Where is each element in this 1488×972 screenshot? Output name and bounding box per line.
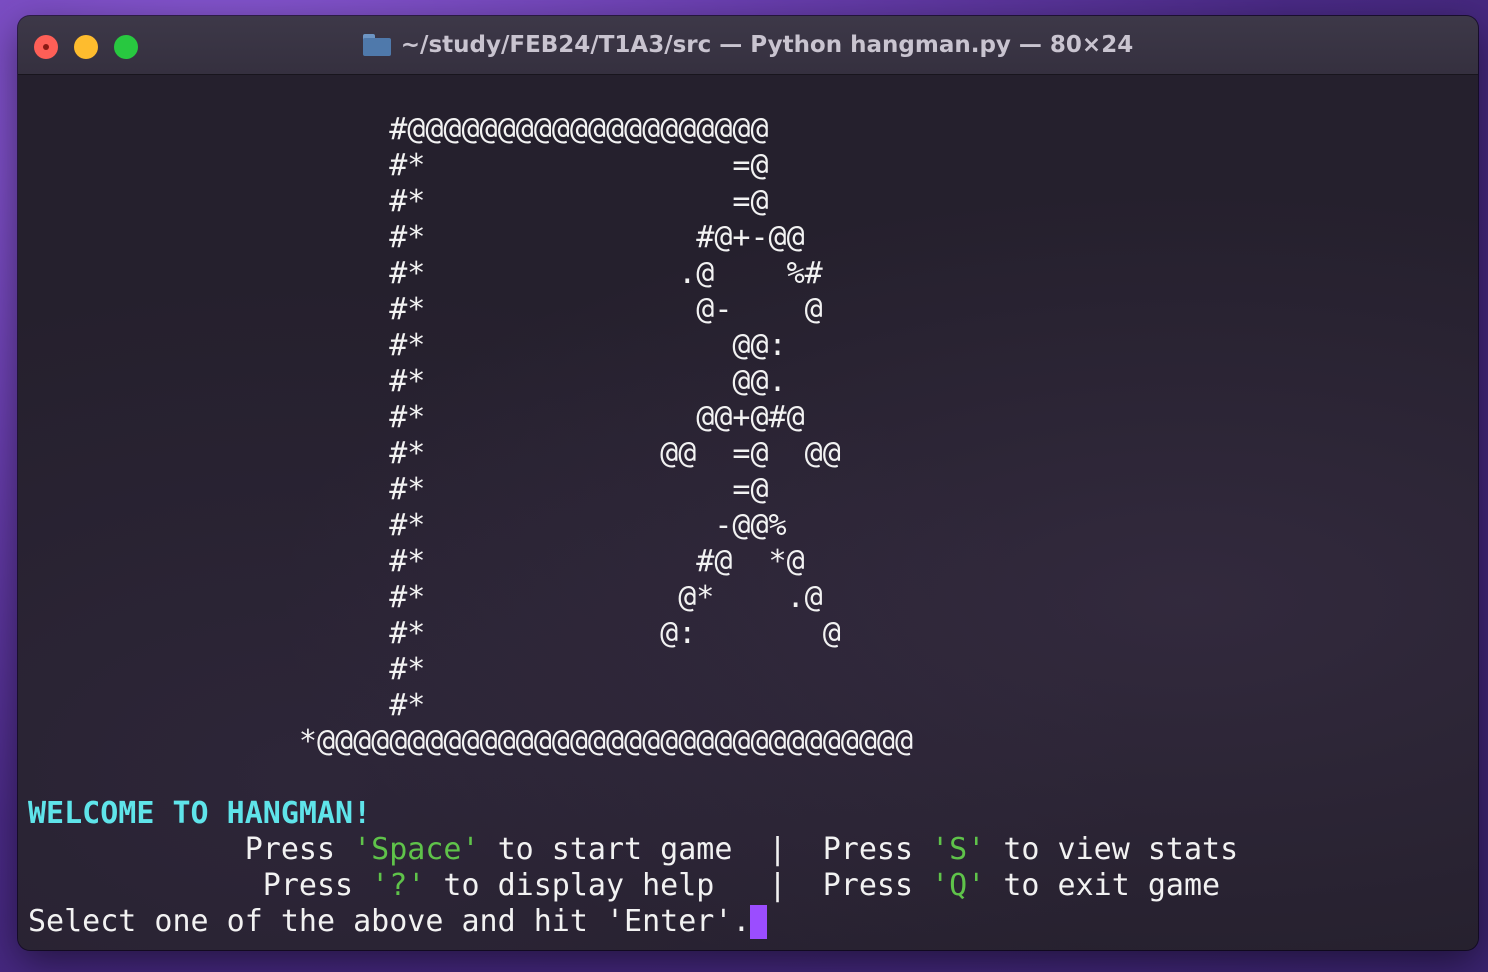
prompt-line[interactable]: Select one of the above and hit 'Enter'. [28, 904, 768, 940]
ascii-art-line: #* =@ [28, 148, 769, 183]
ascii-art-line: #* [28, 652, 426, 687]
space-key-label: 'Space' [353, 832, 480, 867]
terminal-window: ~/study/FEB24/T1A3/src — Python hangman.… [18, 16, 1478, 950]
ascii-art-line: #* @@. [28, 364, 787, 399]
ascii-art-line: #* #@ *@ [28, 544, 805, 579]
title-bar[interactable]: ~/study/FEB24/T1A3/src — Python hangman.… [18, 16, 1478, 75]
input-prompt: Select one of the above and hit 'Enter'. [28, 904, 751, 939]
menu-row-2: Press '?' to display help | Press 'Q' to… [28, 868, 1220, 904]
question-key-label: '?' [371, 868, 426, 903]
menu-row-2-suffix: to exit game [985, 868, 1221, 903]
ascii-art-line: #* @- @ [28, 292, 823, 327]
menu-row-1: Press 'Space' to start game | Press 'S' … [28, 832, 1238, 868]
ascii-art-line: #* =@ [28, 184, 769, 219]
terminal-content[interactable]: #@@@@@@@@@@@@@@@@@@@@ #* =@ #* =@ #* #@+… [18, 75, 1478, 950]
folder-icon [362, 34, 391, 56]
menu-row-2-prefix: Press [28, 868, 372, 903]
ascii-art-line: #* .@ %# [28, 256, 823, 291]
menu-row-1-middle: to start game | Press [479, 832, 932, 867]
welcome-line: WELCOME TO HANGMAN! [28, 796, 371, 832]
ascii-art-line: #* @: @ [28, 616, 841, 651]
ascii-art-line: #* [28, 688, 426, 723]
window-title-container: ~/study/FEB24/T1A3/src — Python hangman.… [18, 16, 1478, 74]
s-key-label: 'S' [931, 832, 986, 867]
ascii-art-line: #* @@: [28, 328, 787, 363]
ascii-art-line: #@@@@@@@@@@@@@@@@@@@@ [28, 112, 769, 147]
window-title: ~/study/FEB24/T1A3/src — Python hangman.… [400, 32, 1134, 58]
menu-row-2-middle: to display help | Press [425, 868, 932, 903]
ascii-art-line: #* =@ [28, 472, 769, 507]
ascii-art-line: #* @@ =@ @@ [28, 436, 841, 471]
text-cursor [750, 905, 768, 939]
q-key-label: 'Q' [931, 868, 986, 903]
ascii-art-line: *@@@@@@@@@@@@@@@@@@@@@@@@@@@@@@@@@ [28, 724, 914, 759]
menu-row-1-suffix: to view stats [985, 832, 1239, 867]
ascii-art-line: #* @@+@#@ [28, 400, 805, 435]
ascii-art-line: #* @* .@ [28, 580, 823, 615]
welcome-title: WELCOME TO HANGMAN! [28, 796, 372, 831]
ascii-art-line: #* -@@% [28, 508, 787, 543]
menu-row-1-prefix: Press [28, 832, 354, 867]
ascii-art-line: #* #@+-@@ [28, 220, 805, 255]
